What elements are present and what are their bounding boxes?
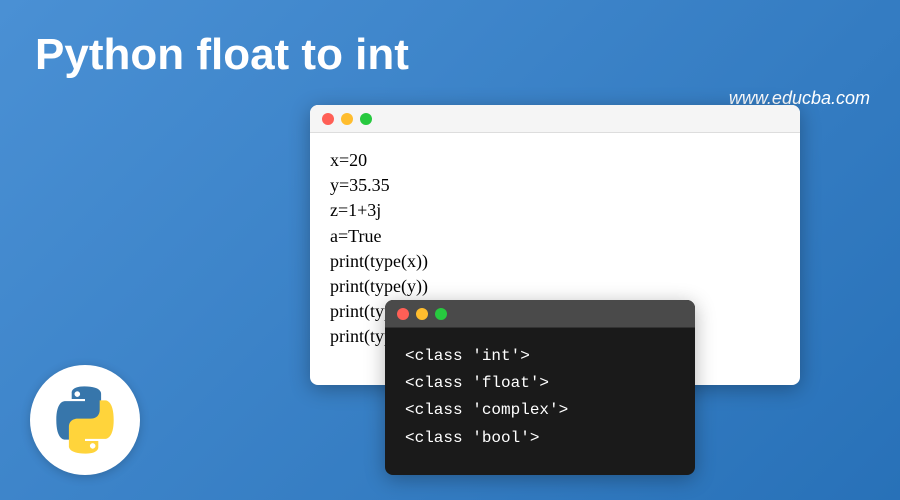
python-logo	[30, 365, 140, 475]
code-line: a=True	[330, 224, 780, 249]
code-titlebar	[310, 105, 800, 133]
maximize-icon	[360, 113, 372, 125]
terminal-window: <class 'int'> <class 'float'> <class 'co…	[385, 300, 695, 475]
page-title: Python float to int	[35, 30, 409, 80]
terminal-content: <class 'int'> <class 'float'> <class 'co…	[385, 328, 695, 467]
code-line: print(type(y))	[330, 274, 780, 299]
code-line: print(type(x))	[330, 249, 780, 274]
terminal-line: <class 'complex'>	[405, 397, 675, 424]
terminal-line: <class 'bool'>	[405, 425, 675, 452]
minimize-icon	[416, 308, 428, 320]
terminal-line: <class 'float'>	[405, 370, 675, 397]
code-line: z=1+3j	[330, 198, 780, 223]
code-line: y=35.35	[330, 173, 780, 198]
terminal-titlebar	[385, 300, 695, 328]
close-icon	[397, 308, 409, 320]
python-logo-icon	[50, 385, 120, 455]
close-icon	[322, 113, 334, 125]
maximize-icon	[435, 308, 447, 320]
terminal-line: <class 'int'>	[405, 343, 675, 370]
code-line: x=20	[330, 148, 780, 173]
minimize-icon	[341, 113, 353, 125]
